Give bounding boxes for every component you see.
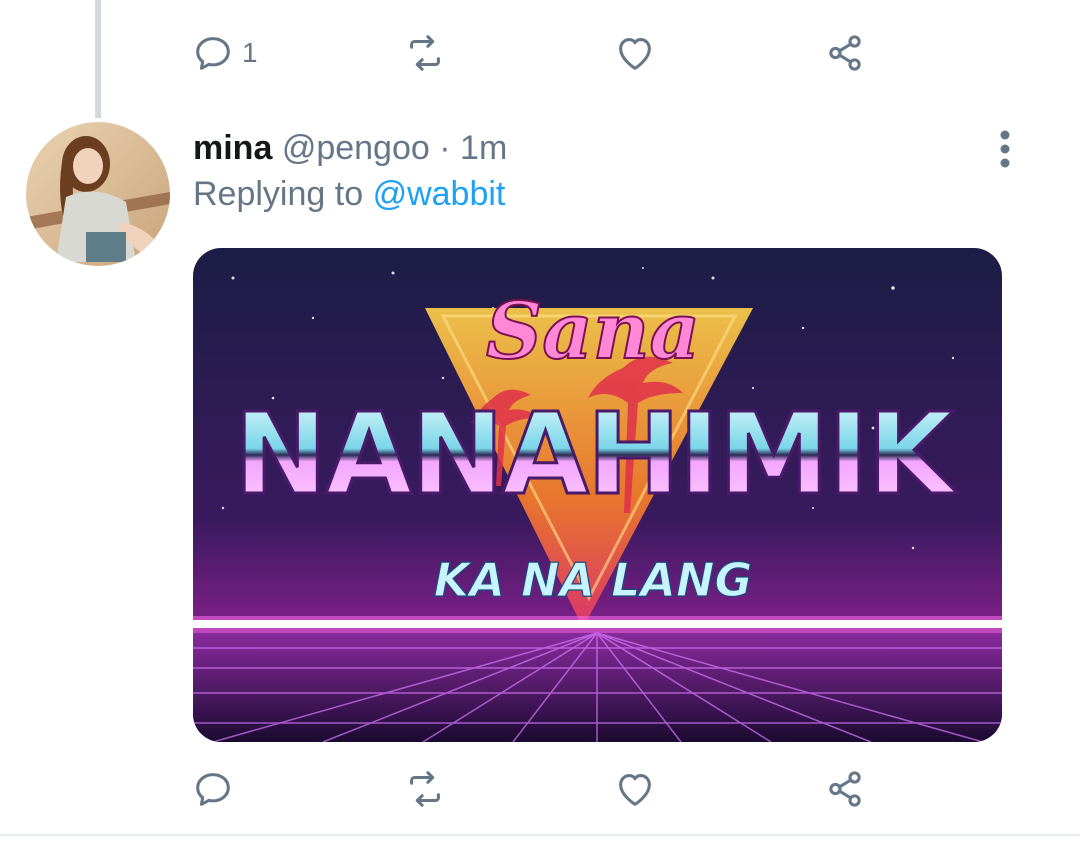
- replying-to: Replying to @wabbit: [193, 172, 505, 216]
- retweet-icon: [410, 771, 440, 807]
- media-subline-text: KA NA LANG: [434, 553, 753, 607]
- reply-icon: [196, 37, 230, 70]
- more-options-button[interactable]: [985, 124, 1025, 174]
- tweet-header: mina @pengoo · 1m: [193, 126, 507, 170]
- share-button[interactable]: [822, 766, 868, 812]
- share-icon: [829, 771, 861, 807]
- replying-to-mention[interactable]: @wabbit: [373, 175, 506, 213]
- heart-icon: [619, 774, 651, 806]
- retro-meme-image: Sana NANAHIMIK KA NA LANG: [193, 248, 1002, 742]
- timestamp[interactable]: 1m: [460, 129, 507, 167]
- media-headline-text: NANAHIMIK: [234, 390, 958, 520]
- retweet-icon: [410, 35, 440, 71]
- share-icon: [829, 35, 861, 71]
- user-handle[interactable]: @pengoo: [282, 129, 430, 167]
- share-button[interactable]: [822, 30, 868, 76]
- previous-tweet-actions: 1: [0, 22, 1080, 82]
- reply-icon: [196, 773, 230, 806]
- replying-to-prefix: Replying to: [193, 175, 364, 213]
- more-vertical-icon: [1000, 130, 1010, 168]
- avatar[interactable]: [26, 122, 170, 266]
- media-script-text: Sana: [486, 286, 700, 377]
- tweet-media-image[interactable]: Sana NANAHIMIK KA NA LANG: [193, 248, 1002, 742]
- like-button[interactable]: [612, 30, 658, 76]
- retweet-button[interactable]: [402, 30, 448, 76]
- heart-icon: [619, 38, 651, 70]
- reply-button[interactable]: [190, 766, 236, 812]
- header-separator: ·: [439, 129, 451, 167]
- retweet-button[interactable]: [402, 766, 448, 812]
- avatar-image: [26, 122, 170, 266]
- like-button[interactable]: [612, 766, 658, 812]
- tweet-actions: [0, 758, 1080, 818]
- reply-count: 1: [242, 37, 258, 68]
- display-name[interactable]: mina: [193, 129, 272, 167]
- tweet-divider: [0, 834, 1080, 836]
- reply-button[interactable]: 1: [190, 30, 258, 76]
